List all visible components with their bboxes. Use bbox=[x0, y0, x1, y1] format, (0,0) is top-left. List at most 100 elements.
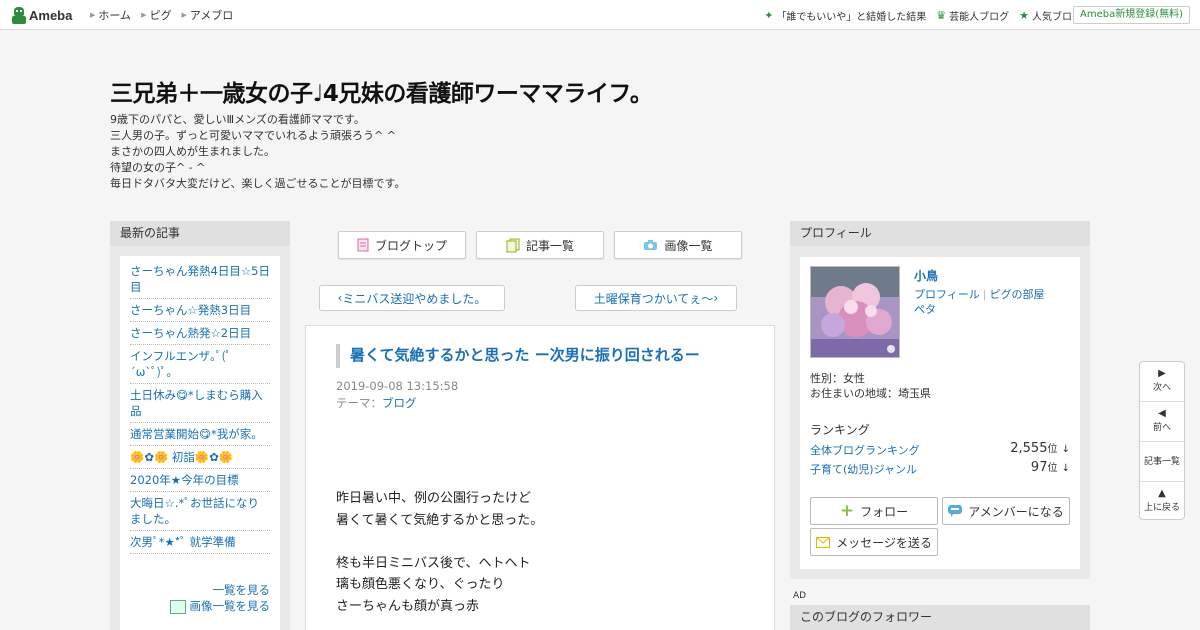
triangle-left-icon: ◀ bbox=[1158, 408, 1166, 419]
ranking-number: 2,555 bbox=[1010, 441, 1048, 456]
entry-body: 昨日暑い中、例の公園行ったけど 暑くて暑くて気絶するかと思った。 柊も半日ミニバ… bbox=[336, 488, 543, 617]
recent-entry-link[interactable]: さーちゃん発熱4日目☆5日目 bbox=[130, 260, 270, 299]
list-icon bbox=[506, 238, 520, 252]
recent-entries-list: さーちゃん発熱4日目☆5日目 さーちゃん☆発熱3日目 さーちゃん熱発☆2日目 イ… bbox=[120, 256, 280, 554]
prev-side-label: 前へ bbox=[1152, 423, 1171, 433]
prev-entry-label: ミニバス送迎やめました。 bbox=[342, 291, 487, 306]
recent-entries-heading: 最新の記事 bbox=[110, 221, 290, 246]
register-button[interactable]: Ameba新規登録(無料) bbox=[1072, 6, 1190, 24]
ranking-unit: 位 bbox=[1047, 444, 1058, 455]
recent-entry-link[interactable]: 土日休み😋*しまむら購入品 bbox=[130, 384, 270, 423]
chevron-right-icon: › bbox=[713, 291, 719, 305]
entry-list-link[interactable]: 一覧を見る bbox=[213, 583, 271, 597]
entry-list-side-button[interactable]: 記事一覧 bbox=[1140, 442, 1184, 482]
flower-bouquet-image bbox=[811, 267, 899, 357]
celebrity-blog-label: 芸能人ブログ bbox=[949, 11, 1010, 23]
pigg-room-link[interactable]: ピグの部屋 bbox=[990, 288, 1045, 301]
celebrity-blog-link[interactable]: ♛ 芸能人ブログ bbox=[936, 8, 1009, 23]
recent-entry-link[interactable]: さーちゃん☆発熱3日目 bbox=[130, 299, 270, 322]
recent-entries-module: 最新の記事 さーちゃん発熱4日目☆5日目 さーちゃん☆発熱3日目 さーちゃん熱発… bbox=[110, 221, 290, 630]
recent-entries-panel: さーちゃん発熱4日目☆5日目 さーちゃん☆発熱3日目 さーちゃん熱発☆2日目 イ… bbox=[120, 256, 280, 630]
profile-heading: プロフィール bbox=[790, 221, 1090, 246]
triangle-right-icon: ▶ bbox=[141, 11, 147, 19]
next-entry-side-button[interactable]: ▶ 次へ bbox=[1140, 362, 1184, 402]
image-list-link[interactable]: 画像一覧を見る bbox=[190, 599, 271, 613]
entry-date: 2019-09-08 13:15:58 bbox=[336, 379, 459, 393]
entry-list-side-label: 記事一覧 bbox=[1143, 457, 1180, 467]
ameba-logo-text: Ameba bbox=[29, 7, 73, 23]
camera-icon bbox=[644, 240, 658, 250]
recent-entry-link[interactable]: 次男ﾟ*★*ﾟ 就学準備 bbox=[130, 531, 270, 554]
recent-more-links: 一覧を見る 画像一覧を見る bbox=[169, 582, 271, 614]
entry-list-label: 記事一覧 bbox=[525, 238, 574, 253]
message-button[interactable]: メッセージを送る bbox=[810, 528, 938, 556]
arrow-down-icon: ↓ bbox=[1061, 444, 1070, 455]
profile-name[interactable]: 小鳥 bbox=[914, 267, 938, 284]
next-side-label: 次へ bbox=[1152, 383, 1171, 393]
nav-pigg-label: ピグ bbox=[149, 9, 172, 22]
message-label: メッセージを送る bbox=[836, 535, 932, 550]
prev-entry-link[interactable]: ‹ ミニバス送迎やめました。 bbox=[319, 285, 505, 311]
entry-title[interactable]: 暑くて気絶するかと思った ー次男に振り回されるー bbox=[336, 344, 700, 368]
back-to-top-label: 上に戻る bbox=[1143, 503, 1180, 513]
amember-label: アメンバーになる bbox=[968, 504, 1064, 519]
profile-gender: 性別：女性 bbox=[810, 372, 865, 385]
image-list-button[interactable]: 画像一覧 bbox=[614, 231, 742, 259]
blog-description-line: 三人男の子。ずっと可愛いママでいれるよう頑張ろう^ ^ bbox=[110, 129, 396, 142]
global-header: Ameba ▶ ホーム ▶ ピグ ▶ アメブロ ✦ 「誰でもいいや」と結婚した結果 ♛ 芸… bbox=[0, 0, 1200, 30]
ranking-value: 97位 ↓ bbox=[1031, 459, 1070, 475]
recent-entry-link[interactable]: さーちゃん熱発☆2日目 bbox=[130, 322, 270, 345]
back-to-top-button[interactable]: ▲ 上に戻る bbox=[1140, 482, 1184, 519]
ranking-heading: ランキング bbox=[810, 423, 870, 437]
nav-ameblo-label: アメブロ bbox=[189, 9, 234, 22]
profile-region: お住まいの地域：埼玉県 bbox=[810, 387, 931, 400]
genre-ranking-link[interactable]: 子育て(幼児)ジャンル bbox=[810, 463, 917, 476]
ranking-unit: 位 bbox=[1047, 463, 1058, 474]
arrow-down-icon: ↓ bbox=[1061, 463, 1070, 474]
follow-button[interactable]: + フォロー bbox=[810, 497, 938, 525]
nav-ameblo[interactable]: ▶ アメブロ bbox=[181, 7, 233, 23]
next-entry-link[interactable]: 土曜保育つかいてぇ〜 › bbox=[575, 285, 737, 311]
sparkle-icon: ✦ bbox=[764, 8, 774, 22]
profile-panel: 小鳥 プロフィール | ピグの部屋 ペタ 性別：女性 お住まいの地域：埼玉県 ランキ… bbox=[800, 257, 1080, 569]
entry-theme-label: テーマ： bbox=[336, 396, 382, 410]
nav-pigg[interactable]: ▶ ピグ bbox=[141, 7, 171, 23]
blog-title[interactable]: 三兄弟＋一歳女の子♩4兄妹の看護師ワーママライフ。 bbox=[110, 74, 653, 108]
featured-blog-label: 「誰でもいいや」と結婚した結果 bbox=[776, 11, 927, 23]
blog-description-line: 9歳下のパパと、愛しいⅢメンズの看護師ママです。 bbox=[110, 113, 365, 126]
nav-home-label: ホーム bbox=[98, 9, 132, 22]
overall-ranking-link[interactable]: 全体ブログランキング bbox=[810, 444, 920, 457]
triangle-right-icon: ▶ bbox=[90, 11, 96, 19]
blog-top-button[interactable]: ブログトップ bbox=[338, 231, 466, 259]
entry-theme-link[interactable]: ブログ bbox=[382, 396, 417, 410]
profile-avatar[interactable] bbox=[810, 266, 900, 358]
envelope-icon bbox=[816, 536, 831, 548]
ranking-row: 全体ブログランキング 2,555位 ↓ bbox=[810, 441, 1070, 458]
triangle-right-icon: ▶ bbox=[1158, 368, 1166, 379]
recent-entry-link[interactable]: インフルエンザ｡ﾟ(ﾟ´ω`ﾟ)ﾟ｡ bbox=[130, 345, 270, 384]
recent-entry-link[interactable]: 通常営業開始😋*我が家。 bbox=[130, 423, 270, 446]
recent-entry-link[interactable]: 大晦日☆.*ﾟお世話になりました。 bbox=[130, 492, 270, 531]
entry-body-line: 柊も半日ミニバス後で、ヘトヘト bbox=[336, 555, 531, 571]
ameba-logo-icon bbox=[12, 6, 26, 24]
blog-description-line: 待望の女の子^ - ^ bbox=[110, 161, 206, 174]
entry-body-line: さーちゃんも顔が真っ赤 bbox=[336, 598, 480, 614]
profile-module: プロフィール 小鳥 プロフィール | ピグの部屋 ペタ 性別：女性 お住まいの地… bbox=[790, 221, 1090, 579]
featured-blog-link[interactable]: ✦ 「誰でもいいや」と結婚した結果 bbox=[764, 8, 926, 23]
ameba-logo[interactable]: Ameba bbox=[12, 6, 72, 24]
prev-entry-side-button[interactable]: ◀ 前へ bbox=[1140, 402, 1184, 442]
ad-label: AD bbox=[793, 591, 807, 601]
nav-home[interactable]: ▶ ホーム bbox=[90, 7, 131, 23]
amember-button[interactable]: アメンバーになる bbox=[942, 497, 1070, 525]
ranking-number: 97 bbox=[1030, 460, 1048, 475]
entry-list-button[interactable]: 記事一覧 bbox=[476, 231, 604, 259]
recent-entry-link[interactable]: 2020年★今年の目標 bbox=[130, 469, 270, 492]
recent-entry-link[interactable]: 🌼✿🌼 初詣🌼✿🌼 bbox=[130, 446, 270, 469]
entry-body-line bbox=[336, 531, 543, 553]
document-icon bbox=[357, 238, 369, 252]
entry-body-line: 璃も顔色悪くなり、ぐったり bbox=[336, 577, 505, 592]
triangle-up-icon: ▲ bbox=[1158, 488, 1166, 499]
crown-icon: ♛ bbox=[936, 8, 947, 22]
peta-link[interactable]: ペタ bbox=[914, 303, 936, 316]
profile-link[interactable]: プロフィール bbox=[914, 288, 980, 301]
